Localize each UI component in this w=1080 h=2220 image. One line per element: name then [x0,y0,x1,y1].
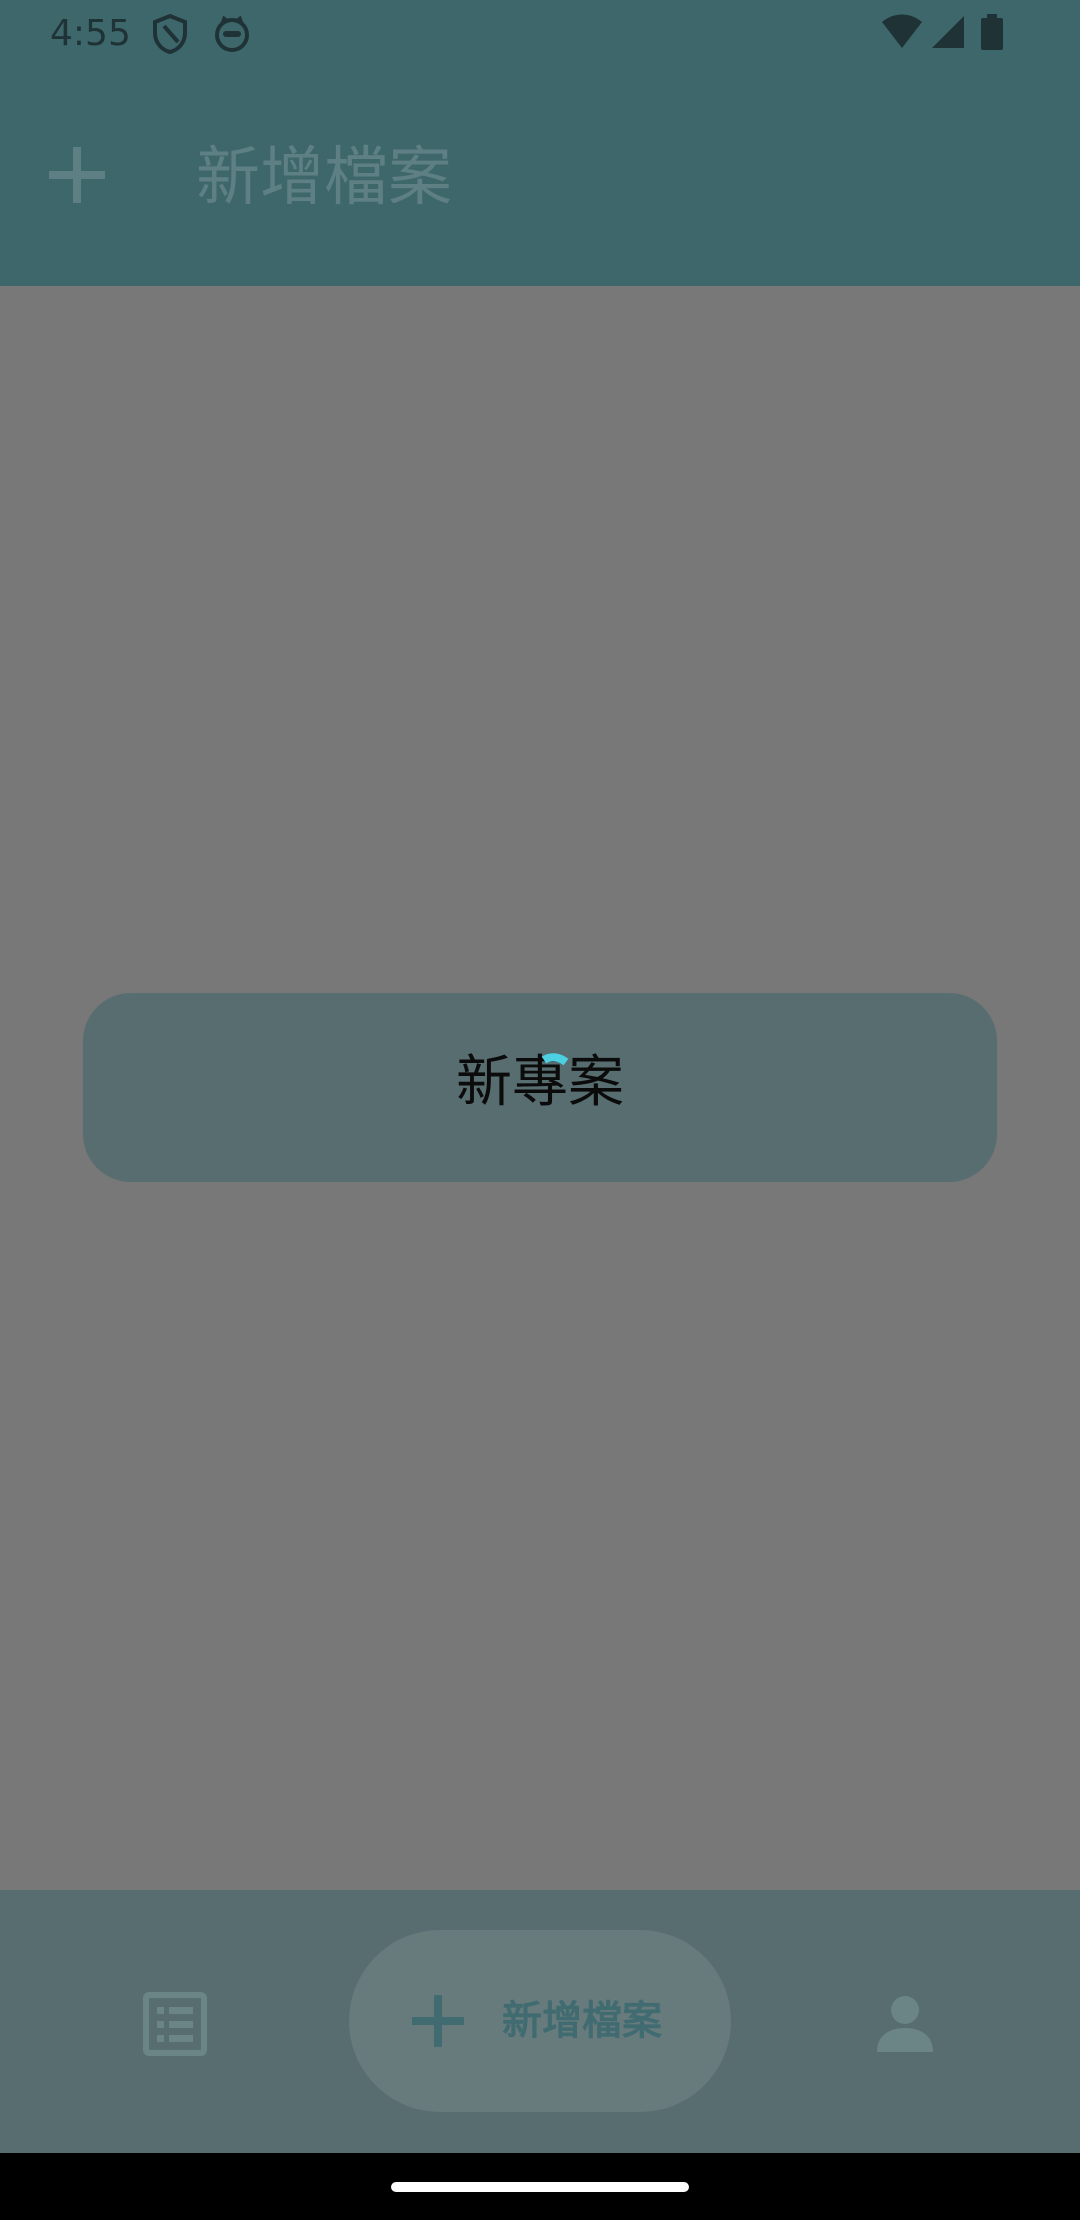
status-time: 4:55 [50,13,131,54]
nav-add-file-button[interactable]: 新增檔案 [349,1930,731,2112]
app-bar: 新增檔案 [0,68,1080,286]
status-bar: 4:55 [0,0,1080,68]
cat-face-icon [215,15,249,52]
plus-icon[interactable] [40,138,114,212]
list-icon[interactable] [143,1992,207,2056]
shield-icon [153,14,187,54]
page-title: 新增檔案 [196,141,452,215]
signal-icon [932,16,964,48]
wifi-icon [882,14,922,48]
loading-spinner-icon [541,1053,569,1066]
plus-icon [412,1995,464,2047]
profile-icon[interactable] [873,1992,937,2056]
system-gesture-bar [0,2153,1080,2220]
bottom-navigation: 新增檔案 [0,1890,1080,2153]
nav-add-file-label: 新增檔案 [502,1998,662,2044]
battery-icon [981,14,1003,50]
gesture-handle[interactable] [391,2182,689,2192]
